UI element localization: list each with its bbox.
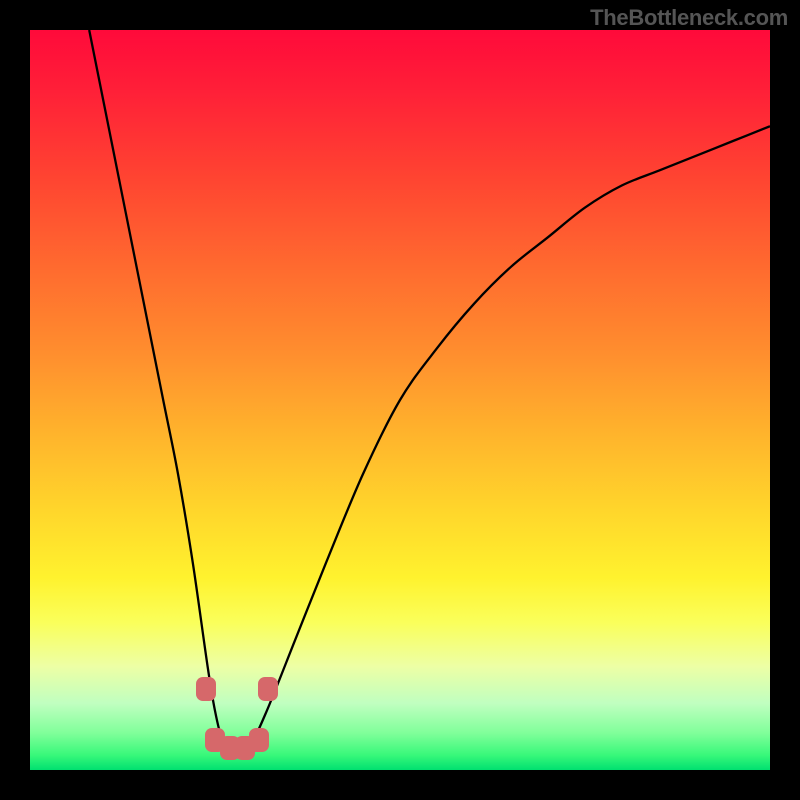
bottleneck-curve: [30, 30, 770, 770]
curve-marker: [196, 677, 216, 701]
curve-path: [89, 30, 770, 749]
curve-marker: [258, 677, 278, 701]
chart-plot-area: [30, 30, 770, 770]
curve-marker: [249, 728, 269, 752]
watermark-text: TheBottleneck.com: [590, 5, 788, 31]
